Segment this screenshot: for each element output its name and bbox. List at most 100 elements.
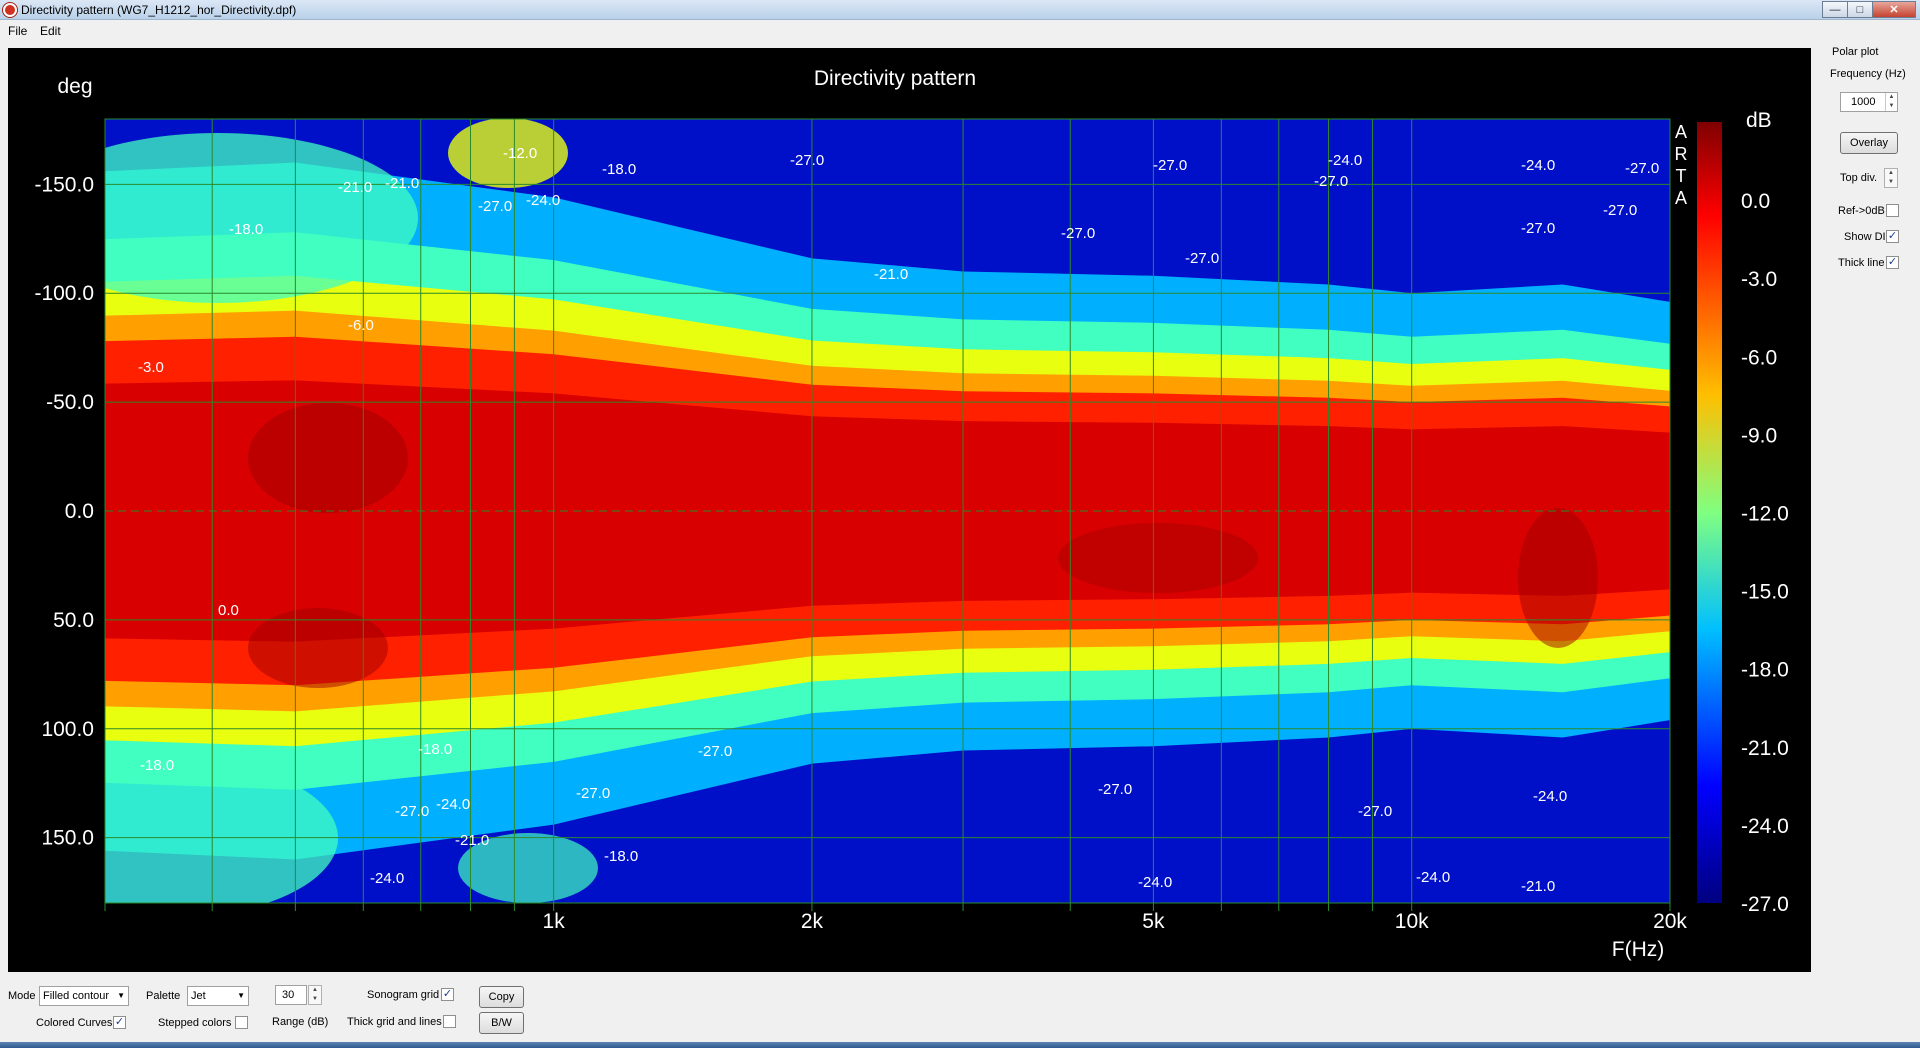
contour-label: -24.0 bbox=[436, 796, 470, 813]
contour-label: -27.0 bbox=[1153, 157, 1187, 174]
contour-label: -27.0 bbox=[698, 743, 732, 760]
ref-0db-checkbox[interactable] bbox=[1886, 204, 1899, 217]
menu-file[interactable]: File bbox=[8, 24, 27, 38]
sonogram-grid-checkbox[interactable]: ✓ bbox=[441, 988, 454, 1001]
range-spinner[interactable]: ▲ ▼ bbox=[308, 985, 322, 1005]
stepped-colors-label: Stepped colors bbox=[158, 1017, 232, 1029]
contour-label: -27.0 bbox=[1061, 225, 1095, 242]
contour-label: -24.0 bbox=[1533, 788, 1567, 805]
contour-label: -21.0 bbox=[1521, 878, 1555, 895]
contour-label: -6.0 bbox=[348, 317, 374, 334]
thick-line-label: Thick line bbox=[1838, 257, 1885, 269]
dark-spot-4 bbox=[1058, 523, 1258, 593]
watermark-letter: R bbox=[1675, 144, 1688, 164]
palette-label: Palette bbox=[146, 990, 181, 1002]
y-tick-label: 100.0 bbox=[41, 718, 94, 741]
x-unit-label: F(Hz) bbox=[1612, 938, 1664, 961]
colorbar-tick-label: -9.0 bbox=[1741, 424, 1777, 447]
chevron-down-icon: ▼ bbox=[117, 991, 125, 1000]
frequency-value: 1000 bbox=[1851, 96, 1876, 108]
range-value: 30 bbox=[282, 989, 295, 1001]
top-div-spinner[interactable]: ▲ ▼ bbox=[1884, 168, 1898, 188]
colorbar-tick-label: -12.0 bbox=[1741, 503, 1789, 526]
menu-bar: File Edit bbox=[0, 20, 1920, 40]
y-tick-label: -100.0 bbox=[34, 282, 94, 305]
maximize-button[interactable]: □ bbox=[1847, 1, 1873, 18]
frequency-spinner[interactable]: ▲ ▼ bbox=[1885, 93, 1897, 111]
contour-label: -27.0 bbox=[1625, 160, 1659, 177]
contour-label: -18.0 bbox=[604, 848, 638, 865]
range-input[interactable]: 30 bbox=[275, 985, 307, 1005]
bw-button[interactable]: B/W bbox=[479, 1012, 524, 1034]
window-title: Directivity pattern (WG7_H1212_hor_Direc… bbox=[21, 3, 297, 17]
title-bar: Directivity pattern (WG7_H1212_hor_Direc… bbox=[0, 0, 1920, 20]
close-button[interactable]: ✕ bbox=[1872, 1, 1916, 18]
contour-label: -24.0 bbox=[1138, 874, 1172, 891]
contour-label: -21.0 bbox=[385, 175, 419, 192]
colorbar-tick-label: -15.0 bbox=[1741, 581, 1789, 604]
colorbar-label: dB bbox=[1746, 109, 1772, 132]
x-tick-label: 1k bbox=[543, 910, 566, 933]
contour-label: -27.0 bbox=[790, 152, 824, 169]
x-tick-labels: 1k 2k 5k 10k 20k bbox=[543, 910, 1688, 933]
colorbar-tick-label: -24.0 bbox=[1741, 815, 1789, 838]
colored-curves-checkbox[interactable]: ✓ bbox=[113, 1016, 126, 1029]
palette-select[interactable]: Jet ▼ bbox=[187, 986, 249, 1006]
sonogram-grid-label: Sonogram grid bbox=[367, 989, 440, 1001]
colored-curves-label: Colored Curves bbox=[36, 1017, 113, 1029]
range-label: Range (dB) bbox=[272, 1016, 329, 1028]
overlay-button[interactable]: Overlay bbox=[1840, 132, 1898, 154]
y-tick-labels: -150.0 -100.0 -50.0 0.0 50.0 100.0 150.0 bbox=[34, 173, 94, 849]
contour-label: -24.0 bbox=[1328, 152, 1362, 169]
polar-plot-panel: Polar plot Frequency (Hz) 1000 ▲ ▼ Overla… bbox=[1820, 44, 1920, 284]
frequency-input[interactable]: 1000 ▲ ▼ bbox=[1840, 92, 1898, 112]
top-div-label: Top div. bbox=[1840, 172, 1878, 184]
colorbar-tick-labels: 0.0 -3.0 -6.0 -9.0 -12.0 -15.0 -18.0 -21.0 -24.0… bbox=[1741, 190, 1789, 916]
colorbar-tick-label: -3.0 bbox=[1741, 268, 1777, 291]
y-tick-label: 0.0 bbox=[65, 500, 94, 523]
thick-grid-checkbox[interactable] bbox=[443, 1015, 456, 1028]
contour-label: -27.0 bbox=[1314, 173, 1348, 190]
dark-spot-1 bbox=[248, 403, 408, 513]
contour-label: 0.0 bbox=[218, 602, 239, 619]
thick-grid-label: Thick grid and lines bbox=[347, 1016, 442, 1028]
colorbar-tick-label: -21.0 bbox=[1741, 737, 1789, 760]
mode-label: Mode bbox=[8, 990, 36, 1002]
x-tick-label: 2k bbox=[801, 910, 824, 933]
x-tick-label: 5k bbox=[1142, 910, 1165, 933]
taskbar bbox=[0, 1042, 1920, 1048]
contour-label: -24.0 bbox=[1416, 869, 1450, 886]
chevron-down-icon: ▼ bbox=[237, 991, 245, 1000]
y-unit-label: deg bbox=[57, 75, 92, 98]
contour-label: -18.0 bbox=[140, 757, 174, 774]
colorbar-tick-label: -18.0 bbox=[1741, 659, 1789, 682]
bottom-controls: Mode Filled contour ▼ Palette Jet ▼ 30 ▲… bbox=[0, 976, 1920, 1042]
show-di-checkbox[interactable]: ✓ bbox=[1886, 230, 1899, 243]
contour-label: -24.0 bbox=[526, 192, 560, 209]
directivity-plot[interactable]: Directivity pattern deg F(Hz) -27.0 -27.… bbox=[8, 48, 1811, 972]
menu-edit[interactable]: Edit bbox=[40, 24, 61, 38]
y-tick-label: 50.0 bbox=[53, 609, 94, 632]
colorbar-tick-label: -6.0 bbox=[1741, 346, 1777, 369]
contour-label: -27.0 bbox=[478, 198, 512, 215]
show-di-label: Show DI bbox=[1844, 231, 1886, 243]
stepped-colors-checkbox[interactable] bbox=[235, 1016, 248, 1029]
contour-label: -18.0 bbox=[229, 221, 263, 238]
y-tick-label: 150.0 bbox=[41, 827, 94, 850]
mode-value: Filled contour bbox=[43, 990, 110, 1002]
arta-watermark: A R T A bbox=[1675, 122, 1688, 208]
contour-label: -24.0 bbox=[370, 870, 404, 887]
contour-label: -27.0 bbox=[1358, 803, 1392, 820]
colorbar bbox=[1697, 122, 1722, 903]
contour-label: -27.0 bbox=[576, 785, 610, 802]
contour-label: -27.0 bbox=[395, 803, 429, 820]
minimize-button[interactable]: — bbox=[1822, 1, 1848, 18]
y-tick-label: -150.0 bbox=[34, 173, 94, 196]
copy-button[interactable]: Copy bbox=[479, 986, 524, 1008]
contour-label: -24.0 bbox=[1521, 157, 1555, 174]
mode-select[interactable]: Filled contour ▼ bbox=[39, 986, 129, 1006]
thick-line-checkbox[interactable]: ✓ bbox=[1886, 256, 1899, 269]
x-tick-label: 20k bbox=[1653, 910, 1687, 933]
contour-label: -18.0 bbox=[418, 741, 452, 758]
lowfreq-patch-top bbox=[105, 133, 418, 303]
